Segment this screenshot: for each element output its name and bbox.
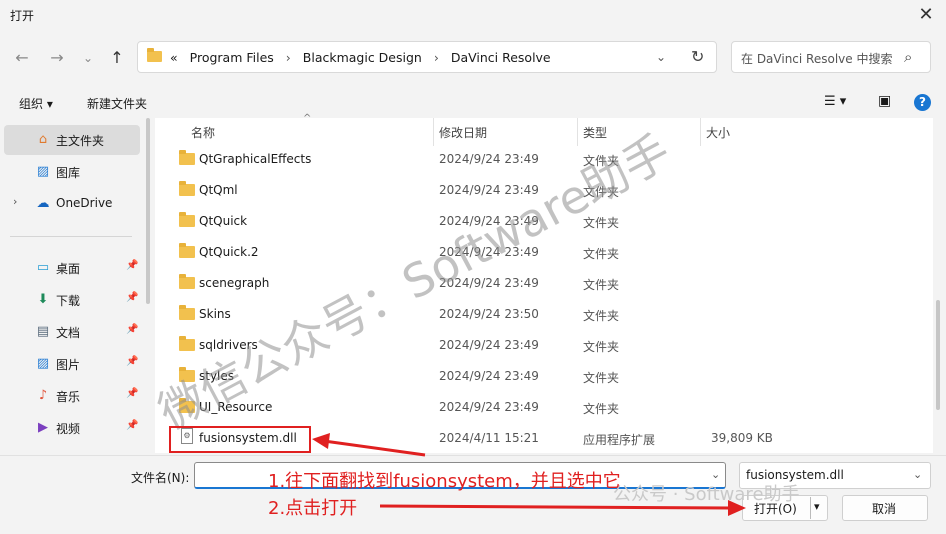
forward-arrow-icon[interactable]: → [45,46,69,70]
sidebar-item-label: 图片 [56,358,81,372]
open-dropdown-icon[interactable]: ▾ [814,500,820,513]
breadcrumb-overflow[interactable]: « [170,50,178,65]
sidebar-item-label: OneDrive [56,196,113,210]
sidebar-item-desktop[interactable]: ▭ 桌面 📌 [0,254,145,282]
search-icon[interactable]: ⌕ [904,48,912,66]
title-bar [0,0,946,30]
pin-icon: 📌 [126,388,139,399]
home-icon: ⌂ [38,132,48,147]
sidebar-item-pictures[interactable]: ▨ 图片 📌 [0,350,145,378]
document-icon: ▤ [36,324,50,339]
breadcrumb-blackmagic-design[interactable]: Blackmagic Design [303,50,422,65]
refresh-icon[interactable]: ↻ [691,47,704,66]
desktop-icon: ▭ [36,260,50,275]
sidebar-item-home[interactable]: ⌂ 主文件夹 [0,126,145,154]
sidebar-item-label: 桌面 [56,262,81,276]
sidebar-item-music[interactable]: ♪ 音乐 📌 [0,382,145,410]
annotation-step-1: 1.往下面翻找到fusionsystem，并且选中它 [268,471,621,492]
breadcrumb-program-files[interactable]: Program Files [190,50,274,65]
sidebar-item-onedrive[interactable]: › ☁ OneDrive [0,190,145,218]
new-folder-button[interactable]: 新建文件夹 [87,95,147,112]
pin-icon: 📌 [126,324,139,335]
highlight-box [169,426,311,453]
sidebar-item-documents[interactable]: ▤ 文档 📌 [0,318,145,346]
sidebar-item-label: 下载 [56,294,81,308]
filename-label: 文件名(N): [131,471,190,485]
organize-menu[interactable]: 组织 ▾ [19,95,53,112]
breadcrumb-separator[interactable]: › [286,50,291,65]
help-icon[interactable]: ? [914,94,931,111]
pin-icon: 📌 [126,260,139,271]
watermark-text: 微信公众号：Software助手 [150,124,679,440]
pin-icon: 📌 [126,420,139,431]
watermark: 微信公众号：Software助手 [150,124,679,440]
address-bar[interactable]: « Program Files › Blackmagic Design › Da… [137,41,717,73]
sidebar-divider [10,236,132,237]
arrow-to-open-icon [379,500,746,516]
chevron-down-icon[interactable]: ⌄ [913,468,922,481]
up-arrow-icon[interactable]: ↑ [105,46,129,70]
music-icon: ♪ [38,388,48,403]
download-icon: ⬇ [37,292,49,307]
folder-icon [147,48,162,62]
picture-icon: ▨ [36,356,50,371]
sidebar-item-gallery[interactable]: ▨ 图库 [0,158,145,186]
split-divider [810,497,811,519]
breadcrumb-separator[interactable]: › [434,50,439,65]
gallery-icon: ▨ [36,164,50,179]
sidebar-item-label: 视频 [56,422,81,436]
sidebar-item-downloads[interactable]: ⬇ 下载 📌 [0,286,145,314]
chevron-down-icon[interactable]: ⌄ [656,50,666,64]
preview-pane-icon[interactable]: ▣ [878,93,891,109]
breadcrumb: « Program Files › Blackmagic Design › Da… [170,50,551,65]
breadcrumb-davinci-resolve[interactable]: DaVinci Resolve [451,50,551,65]
pin-icon: 📌 [126,292,139,303]
annotation-step-2: 2.点击打开 [268,498,358,519]
sidebar-item-label: 音乐 [56,390,81,404]
sidebar-item-label: 图库 [56,166,81,180]
video-icon: ▶ [38,420,48,435]
cloud-icon: ☁ [36,196,50,211]
sidebar-item-videos[interactable]: ▶ 视频 📌 [0,414,145,442]
back-arrow-icon[interactable]: ← [10,46,34,70]
sidebar-item-label: 文档 [56,326,81,340]
arrow-to-file-icon [312,433,426,457]
recent-locations-icon[interactable]: ⌄ [76,46,100,70]
cancel-button-label[interactable]: 取消 [872,500,896,517]
file-list-scrollbar[interactable] [936,300,940,410]
chevron-right-icon[interactable]: › [13,195,17,208]
window-title: 打开 [10,9,35,23]
sidebar-item-label: 主文件夹 [56,134,105,148]
search-input[interactable]: 在 DaVinci Resolve 中搜索 [741,50,892,67]
search-box[interactable]: 在 DaVinci Resolve 中搜索 ⌕ [731,41,931,73]
pin-icon: 📌 [126,356,139,367]
close-button[interactable]: ✕ [908,2,944,28]
